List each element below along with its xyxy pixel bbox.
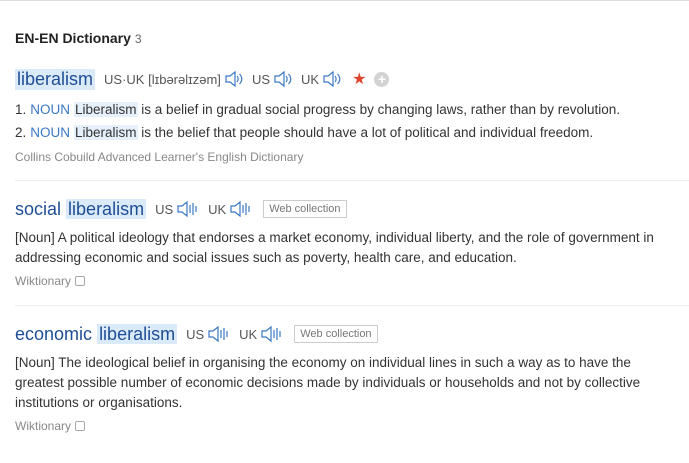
dictionary-title: EN-EN Dictionary (15, 30, 131, 46)
speaker-icon[interactable] (207, 325, 231, 343)
source-label: Collins Cobuild Advanced Learner's Engli… (15, 150, 304, 164)
source-label: Wiktionary (15, 274, 689, 288)
copy-icon[interactable] (75, 276, 86, 286)
uk-label: UK (239, 326, 258, 342)
definition: [Noun] A political ideology that endorse… (15, 230, 654, 265)
speaker-icon[interactable] (273, 70, 293, 88)
web-collection-tag: Web collection (294, 325, 378, 343)
sense-word[interactable]: Liberalism (74, 125, 138, 140)
plus-icon[interactable]: + (374, 71, 390, 87)
uk-label: UK (208, 201, 227, 217)
sense-1: 1. NOUN Liberalism is a belief in gradual … (15, 102, 621, 117)
definition: [Noun] The ideological belief in organis… (15, 355, 641, 410)
source-label: Wiktionary (15, 419, 689, 433)
part-of-speech: NOUN (30, 125, 71, 140)
uk-label: UK (301, 71, 320, 87)
us-label: US (251, 71, 270, 87)
entry-social-liberalism: social liberalism US UK Web collection [… (15, 196, 689, 288)
headword[interactable]: liberalism (15, 68, 96, 90)
dictionary-header: EN-EN Dictionary 3 (15, 30, 142, 46)
us-label: US (155, 201, 174, 217)
entry-economic-liberalism: economic liberalism US UK Web collection… (15, 321, 689, 433)
speaker-icon[interactable] (260, 325, 284, 343)
divider (15, 180, 689, 181)
speaker-icon[interactable] (322, 70, 342, 88)
headword[interactable]: economic liberalism (15, 323, 178, 345)
star-icon[interactable]: ★ (352, 69, 366, 89)
sense-word[interactable]: Liberalism (74, 102, 138, 117)
entry-liberalism: liberalism US·UK [lɪbərəlɪzəm] US UK ★ +… (15, 66, 689, 164)
speaker-icon[interactable] (224, 70, 244, 88)
divider (15, 305, 689, 306)
headword[interactable]: social liberalism (15, 198, 147, 220)
sense-2: 2. NOUN Liberalism is the belief that peop… (15, 125, 594, 140)
speaker-icon[interactable] (229, 200, 253, 218)
speaker-icon[interactable] (176, 200, 200, 218)
part-of-speech: NOUN (30, 102, 71, 117)
web-collection-tag: Web collection (263, 200, 347, 218)
us-label: US (186, 326, 205, 342)
result-count: 3 (134, 32, 142, 46)
copy-icon[interactable] (75, 421, 86, 431)
phonetic: US·UK [lɪbərəlɪzəm] (104, 71, 221, 87)
